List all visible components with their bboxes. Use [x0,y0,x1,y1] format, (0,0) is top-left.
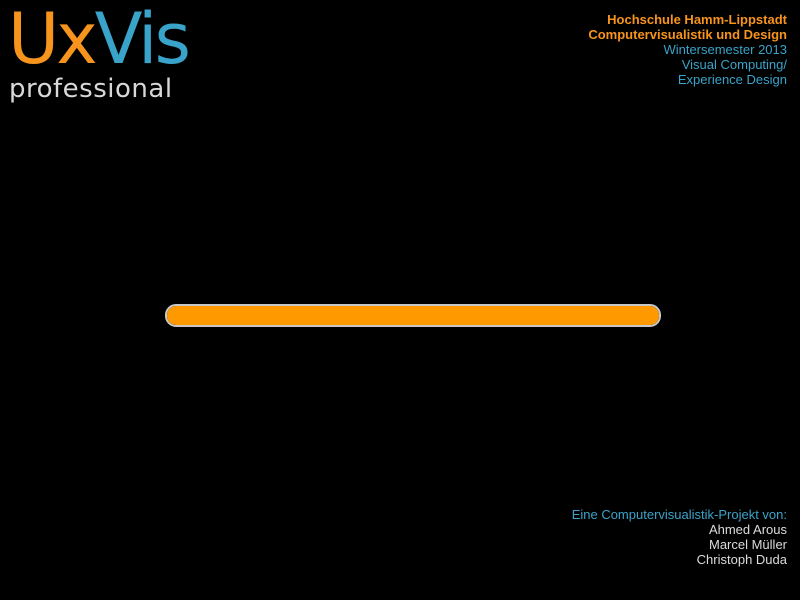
logo-wordmark: UxVis [8,0,191,80]
credits-author: Ahmed Arous [708,522,787,537]
logo-ux-text: Ux [8,0,98,80]
header-info-course-line-1: Visual Computing/ [681,57,787,72]
credits-intro: Eine Computervisualistik-Projekt von: [571,507,787,522]
credits: Eine Computervisualistik-Projekt von: Ah… [572,507,787,567]
logo-vis-text: Vis [94,0,191,80]
header-info-program: Computervisualistik und Design [588,27,787,42]
header-info-course-line-2: Experience Design [677,72,787,87]
loading-progress-bar [165,304,661,327]
credits-author: Christoph Duda [696,552,787,567]
logo-subtitle: professional [9,74,173,104]
credits-author: Marcel Müller [708,537,787,552]
header-info-semester: Wintersemester 2013 [663,42,787,57]
header-info: Hochschule Hamm-Lippstadt Computervisual… [588,12,787,87]
header-info-university: Hochschule Hamm-Lippstadt [607,12,787,27]
app-logo: UxVis professional [8,0,191,104]
loading-progress-fill [167,306,659,325]
